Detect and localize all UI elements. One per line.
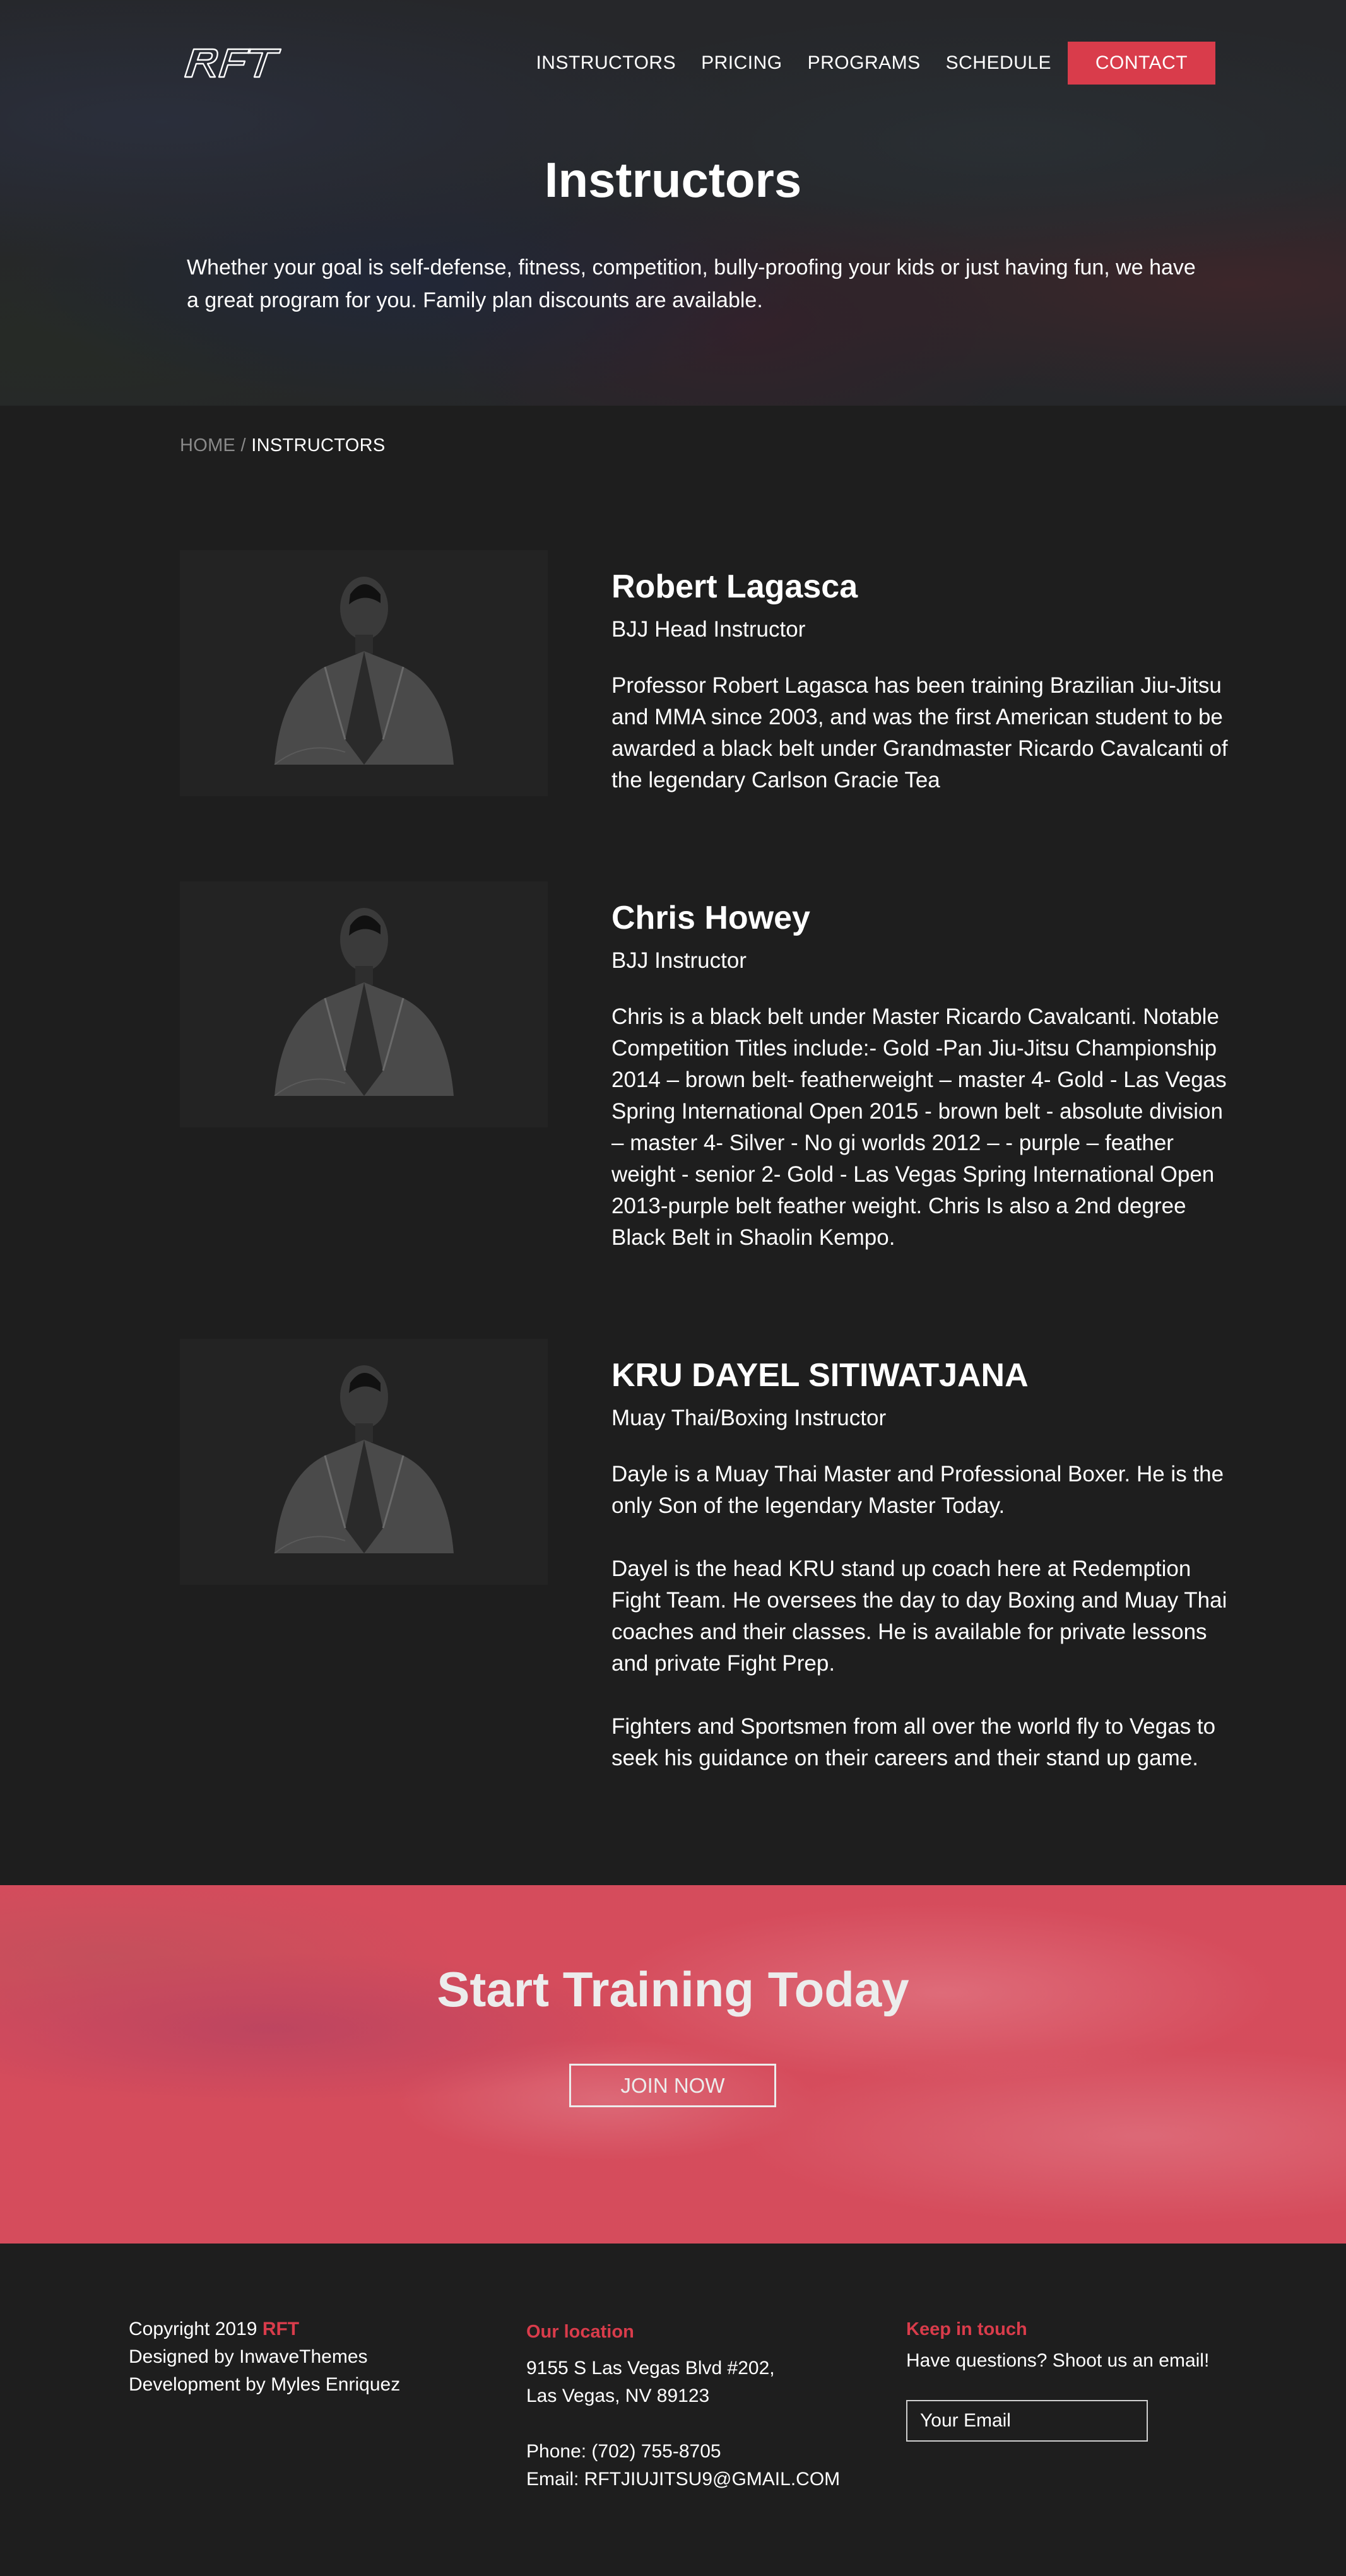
page-title: Instructors [544, 152, 802, 208]
instructor-silhouette-image [180, 1339, 548, 1585]
designed-by-text: Designed by InwaveThemes [129, 2346, 368, 2367]
instructor-photo [180, 881, 548, 1127]
contact-text: Have questions? Shoot us an email! [906, 2350, 1210, 2371]
nav-item-pricing[interactable]: PRICING [701, 52, 782, 74]
instructor-silhouette-image [180, 550, 548, 796]
location-heading: Our location [526, 2322, 634, 2342]
nav-item-instructors[interactable]: INSTRUCTORS [536, 52, 676, 74]
instructor-name: Chris Howey [611, 900, 810, 936]
email-text[interactable]: Email: RFTJIUJITSU9@GMAIL.COM [526, 2466, 840, 2493]
instructor-role: BJJ Head Instructor [611, 617, 806, 642]
bio-paragraph: Professor Robert Lagasca has been traini… [611, 673, 1228, 792]
bio-paragraph: Dayel is the head KRU stand up coach her… [611, 1556, 1227, 1676]
bio-paragraph: Chris is a black belt under Master Ricar… [611, 1004, 1227, 1250]
instructor-silhouette-image [180, 881, 548, 1127]
breadcrumb-current: INSTRUCTORS [251, 435, 386, 456]
hero-banner: INSTRUCTORS PRICING PROGRAMS SCHEDULE CO… [0, 0, 1346, 406]
development-by-text: Development by Myles Enriquez [129, 2374, 401, 2395]
instructor-name: KRU DAYEL SITIWATJANA [611, 1357, 1029, 1394]
breadcrumb-separator: / [235, 435, 252, 456]
main-nav: INSTRUCTORS PRICING PROGRAMS SCHEDULE CO… [536, 42, 1215, 85]
instructor-bio: Dayle is a Muay Thai Master and Professi… [611, 1459, 1236, 1774]
instructor-role: Muay Thai/Boxing Instructor [611, 1406, 887, 1430]
site-logo[interactable] [180, 44, 284, 82]
breadcrumb: HOME / INSTRUCTORS [180, 435, 386, 456]
nav-item-programs[interactable]: PROGRAMS [808, 52, 921, 74]
phone-text: Phone: (702) 755-8705 [526, 2441, 721, 2462]
join-now-button[interactable]: JOIN NOW [569, 2064, 776, 2107]
copyright-text: Copyright 2019 [129, 2319, 263, 2339]
footer-contact: Keep in touch Have questions? Shoot us a… [906, 2315, 1209, 2442]
instructor-role: BJJ Instructor [611, 948, 747, 973]
instructor-name: Robert Lagasca [611, 568, 858, 605]
email-input[interactable] [906, 2400, 1148, 2442]
contact-heading: Keep in touch [906, 2319, 1027, 2339]
copyright-line: Copyright 2019 RFT [129, 2315, 400, 2343]
cta-title: Start Training Today [437, 1961, 909, 2017]
hero-description: Whether your goal is self-defense, fitne… [187, 256, 1196, 312]
instructor-photo [180, 550, 548, 796]
address-line-1: 9155 S Las Vegas Blvd #202, [526, 2358, 775, 2379]
site-footer: Copyright 2019 RFT Designed by InwaveThe… [0, 2244, 1346, 2576]
contact-button[interactable]: CONTACT [1068, 42, 1215, 85]
instructor-photo [180, 1339, 548, 1585]
footer-location: Our location 9155 S Las Vegas Blvd #202,… [526, 2318, 840, 2493]
copyright-brand-link[interactable]: RFT [263, 2319, 299, 2339]
instructor-bio: Chris is a black belt under Master Ricar… [611, 1001, 1236, 1254]
footer-credits: Copyright 2019 RFT Designed by InwaveThe… [129, 2315, 400, 2399]
bio-paragraph: Dayle is a Muay Thai Master and Professi… [611, 1462, 1224, 1518]
bio-paragraph: Fighters and Sportsmen from all over the… [611, 1714, 1216, 1770]
cta-banner: Start Training Today JOIN NOW [0, 1885, 1346, 2244]
breadcrumb-home-link[interactable]: HOME [180, 435, 235, 456]
instructor-bio: Professor Robert Lagasca has been traini… [611, 670, 1236, 796]
address-line-2: Las Vegas, NV 89123 [526, 2385, 710, 2406]
nav-item-schedule[interactable]: SCHEDULE [946, 52, 1051, 74]
